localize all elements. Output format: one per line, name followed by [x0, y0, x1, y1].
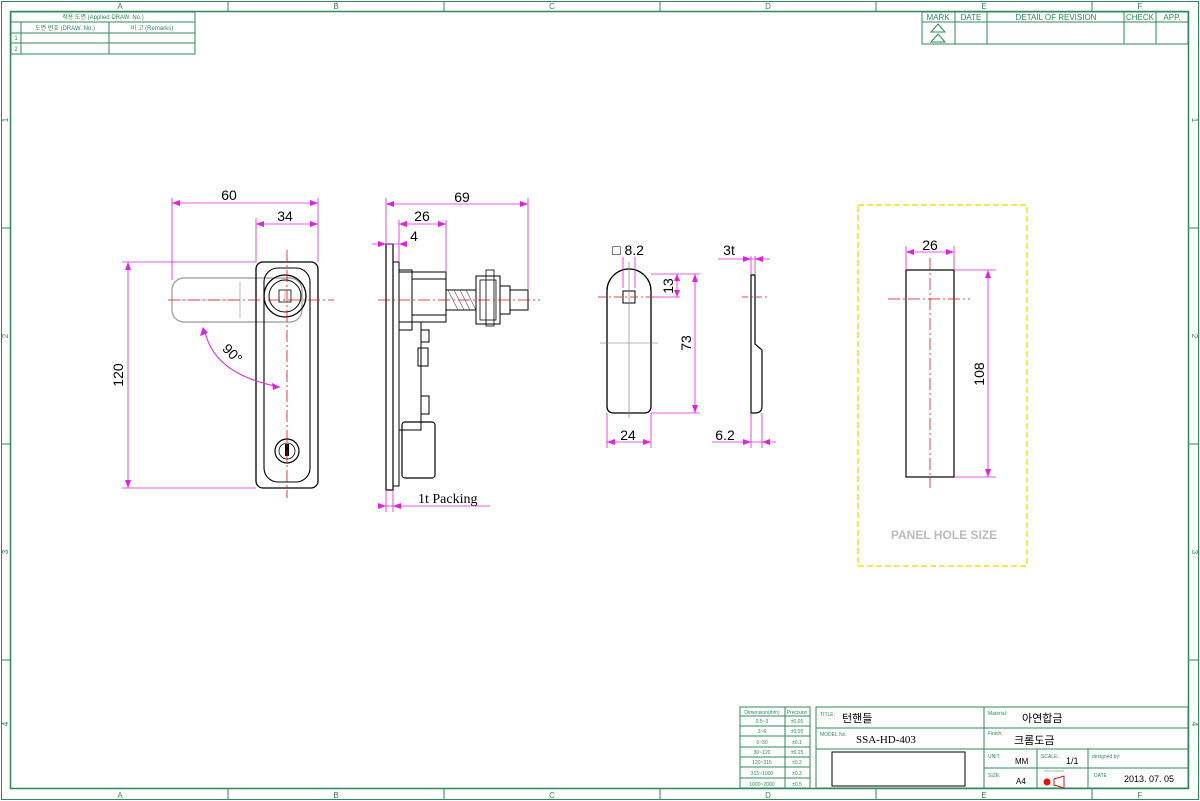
zone-col-e-top: E	[981, 2, 986, 11]
revision-header-check: CHECK	[1126, 13, 1155, 22]
title-label: TITLE:	[820, 712, 835, 718]
projection-symbol-icon	[1043, 770, 1065, 789]
front-view: 60 34 120 90°	[110, 187, 334, 498]
zone-row-2-left: 2	[1, 333, 10, 338]
zone-col-a-top: A	[117, 2, 123, 11]
dim-front-height: 120	[110, 363, 126, 387]
sheet-frame	[1, 1, 1199, 800]
panel-hole-view: 26 108 PANEL HOLE SIZE	[857, 204, 1028, 567]
unit-value: MM	[1015, 757, 1029, 766]
applied-drawing-table: 적용 도면 (Applied DRAW. No.) 도면 번호 (DRAW. N…	[10, 11, 196, 55]
zone-col-d-top: D	[765, 2, 771, 11]
date-label: DATE :	[1094, 773, 1110, 779]
tolerance-header-dimension: Dimension(mm)	[744, 710, 780, 716]
revision-header-app: APP.	[1163, 13, 1180, 22]
zone-col-b-bottom: B	[333, 791, 338, 800]
designed-label: designed by:	[1092, 754, 1120, 760]
tolerance-row-1-range: 0.5~3	[756, 719, 769, 725]
tolerance-row-3-precision: ±0.1	[792, 740, 802, 746]
unit-label: UNIT:	[988, 754, 1001, 760]
applied-table-row1: 1	[14, 36, 18, 42]
model-number: SSA-HD-403	[856, 734, 916, 746]
zone-row-4-right: 4	[1190, 722, 1199, 727]
tolerance-row-5-range: 120~315	[752, 760, 772, 766]
size-value: A4	[1016, 777, 1026, 786]
zone-col-e-bottom: E	[981, 791, 986, 800]
tolerance-table: Dimension(mm) Precision 0.5~3 ±0.05 3~6 …	[739, 706, 811, 789]
tolerance-row-2-precision: ±0.05	[791, 729, 804, 735]
tolerance-row-5-precision: ±0.2	[792, 760, 802, 766]
dim-side-depth: 69	[454, 189, 470, 205]
dim-cam-width: 24	[620, 427, 636, 443]
tolerance-row-4-range: 30~120	[754, 750, 771, 756]
dim-front-width: 60	[221, 187, 237, 203]
dim-cam-length: 73	[678, 335, 694, 351]
tolerance-row-6-range: 315~1000	[751, 771, 774, 777]
dim-side-mid: 26	[414, 208, 430, 224]
finish-label: Finish:	[988, 731, 1003, 737]
scale-value: 1/1	[1066, 756, 1079, 766]
zone-row-1-right: 1	[1190, 118, 1199, 123]
dim-cam-side: 6.2	[715, 427, 735, 443]
dim-packing: 1t Packing	[418, 492, 478, 507]
cam-side-view: 3t 6.2	[712, 242, 776, 448]
drawing-title: 턴핸들	[842, 712, 872, 725]
finish-value: 크롬도금	[1014, 734, 1054, 747]
title-block: TITLE: MODEL No. Material: Finish: UNIT:…	[815, 706, 1189, 789]
dim-front-handle-width: 34	[277, 208, 293, 224]
zone-col-f-top: F	[1138, 2, 1143, 11]
size-label: SIZE:	[988, 773, 1001, 779]
panel-hole-label: PANEL HOLE SIZE	[891, 528, 997, 542]
dim-cam-square: □ 8.2	[612, 242, 644, 258]
revision-header-detail: DETAIL OF REVISION	[1016, 13, 1097, 22]
material-label: Material:	[988, 711, 1007, 717]
tolerance-row-7-range: 1000~2000	[749, 782, 774, 788]
model-label: MODEL No.	[820, 732, 847, 738]
drawing-sheet: A B C D E F A B C D E F 1 2 3 4 1 2 3 4 …	[1, 1, 1199, 800]
zone-col-a-bottom: A	[117, 791, 123, 800]
zone-row-4-left: 4	[1, 721, 10, 726]
zone-col-f-bottom: F	[1138, 791, 1143, 800]
revision-table: MARK DATE DETAIL OF REVISION CHECK APP.	[921, 11, 1189, 45]
tolerance-row-6-precision: ±0.3	[792, 771, 802, 777]
revision-triangle-icon	[929, 23, 947, 43]
applied-table-row2: 2	[14, 47, 18, 53]
revision-header-mark: MARK	[926, 13, 950, 22]
revision-header-date: DATE	[961, 13, 982, 22]
zone-row-2-right: 2	[1190, 334, 1199, 339]
tolerance-row-2-range: 3~6	[758, 729, 767, 735]
zone-row-3-right: 3	[1190, 550, 1199, 555]
scale-label: SCALE:	[1041, 754, 1059, 760]
zone-col-b-top: B	[333, 2, 338, 11]
tolerance-row-7-precision: ±0.5	[792, 782, 802, 788]
dim-side-small: 4	[410, 228, 418, 244]
dim-cam-offset: 13	[660, 278, 676, 294]
zone-row-3-left: 3	[1, 549, 10, 554]
tolerance-row-1-precision: ±0.05	[791, 719, 804, 725]
dim-panel-width: 26	[922, 237, 938, 253]
cam-front-view: □ 8.2 13 73 24	[598, 242, 700, 448]
applied-table-col2: 비 고 (Remarks)	[131, 24, 173, 32]
zone-col-c-top: C	[549, 2, 555, 11]
applied-table-header: 적용 도면 (Applied DRAW. No.)	[62, 13, 144, 21]
side-view: 69 26 4 1t Packing	[372, 189, 540, 512]
tolerance-row-3-range: 6~30	[756, 740, 767, 746]
dim-cam-thickness: 3t	[723, 242, 735, 258]
applied-table-col1: 도면 번호 (DRAW. No.)	[35, 24, 95, 32]
zone-col-d-bottom: D	[765, 791, 771, 800]
zone-row-1-left: 1	[1, 117, 10, 122]
tolerance-header-precision: Precision	[787, 710, 808, 716]
date-value: 2013. 07. 05	[1124, 774, 1174, 784]
zone-col-c-bottom: C	[549, 791, 555, 800]
dim-panel-height: 108	[971, 362, 987, 386]
tolerance-row-4-precision: ±0.15	[791, 750, 804, 756]
material-value: 아연합금	[1022, 712, 1062, 725]
